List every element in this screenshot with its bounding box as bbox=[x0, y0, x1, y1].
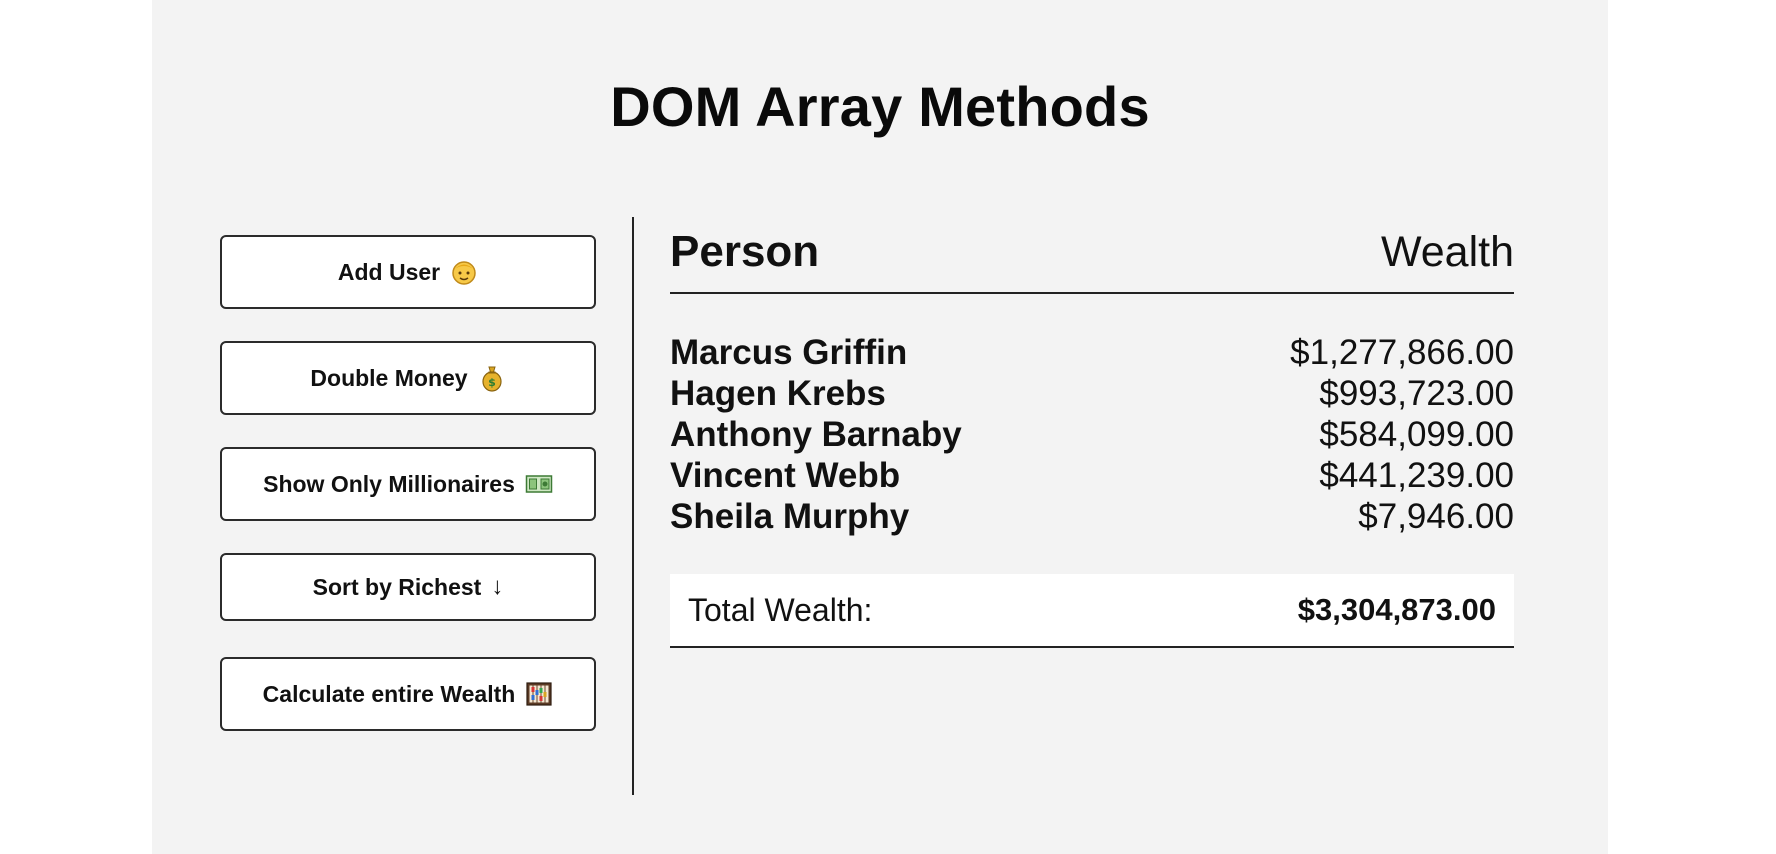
button-spacer bbox=[220, 621, 596, 657]
add-user-button[interactable]: Add User bbox=[220, 235, 596, 309]
double-money-button[interactable]: Double Money $ bbox=[220, 341, 596, 415]
person-name: Anthony Barnaby bbox=[670, 414, 962, 454]
svg-text:$: $ bbox=[488, 376, 496, 389]
page-title: DOM Array Methods bbox=[610, 75, 1150, 138]
table-row: Hagen Krebs $993,723.00 bbox=[670, 373, 1514, 414]
wealth-table: Person Wealth Marcus Griffin $1,277,866.… bbox=[670, 230, 1514, 648]
button-spacer bbox=[220, 521, 596, 553]
person-wealth: $7,946.00 bbox=[1358, 496, 1514, 536]
table-row: Anthony Barnaby $584,099.00 bbox=[670, 414, 1514, 455]
sort-richest-button[interactable]: Sort by Richest ↓ bbox=[220, 553, 596, 621]
button-spacer bbox=[220, 415, 596, 447]
actions-sidebar: Add User Double Money $ Show Only Millio… bbox=[220, 235, 596, 731]
person-wealth: $584,099.00 bbox=[1319, 414, 1514, 454]
sort-richest-label: Sort by Richest bbox=[312, 573, 482, 600]
down-arrow-icon: ↓ bbox=[491, 573, 504, 600]
table-row: Vincent Webb $441,239.00 bbox=[670, 455, 1514, 496]
vertical-divider bbox=[632, 217, 634, 795]
total-wealth-row: Total Wealth: $3,304,873.00 bbox=[670, 574, 1514, 648]
abacus-icon bbox=[526, 682, 552, 706]
person-name: Hagen Krebs bbox=[670, 373, 886, 413]
show-millionaires-button[interactable]: Show Only Millionaires bbox=[220, 447, 596, 521]
wealth-column-header: Wealth bbox=[1380, 228, 1514, 276]
person-name: Sheila Murphy bbox=[670, 496, 910, 536]
table-row: Marcus Griffin $1,277,866.00 bbox=[670, 332, 1514, 373]
person-wealth: $1,277,866.00 bbox=[1290, 332, 1514, 372]
calculate-wealth-button[interactable]: Calculate entire Wealth bbox=[220, 657, 596, 731]
person-name: Marcus Griffin bbox=[670, 332, 908, 372]
money-bag-icon: $ bbox=[481, 366, 502, 392]
double-money-label: Double Money bbox=[310, 364, 468, 391]
table-row: Sheila Murphy $7,946.00 bbox=[670, 496, 1514, 537]
total-wealth-value: $3,304,873.00 bbox=[1297, 592, 1496, 627]
show-millionaires-label: Show Only Millionaires bbox=[263, 470, 515, 497]
person-wealth: $993,723.00 bbox=[1319, 373, 1514, 413]
banknote-icon bbox=[525, 475, 553, 493]
person-list: Marcus Griffin $1,277,866.00 Hagen Krebs… bbox=[670, 332, 1514, 537]
person-column-header: Person bbox=[670, 227, 820, 276]
calculate-wealth-label: Calculate entire Wealth bbox=[262, 680, 516, 707]
total-wealth-label: Total Wealth: bbox=[688, 591, 873, 628]
person-name: Vincent Webb bbox=[670, 455, 901, 495]
add-user-label: Add User bbox=[337, 258, 441, 285]
person-face-icon bbox=[452, 261, 476, 285]
person-wealth: $441,239.00 bbox=[1319, 455, 1514, 495]
button-spacer bbox=[220, 309, 596, 341]
page-container: DOM Array Methods Add User Double Money … bbox=[152, 0, 1608, 854]
table-header: Person Wealth bbox=[670, 230, 1514, 294]
